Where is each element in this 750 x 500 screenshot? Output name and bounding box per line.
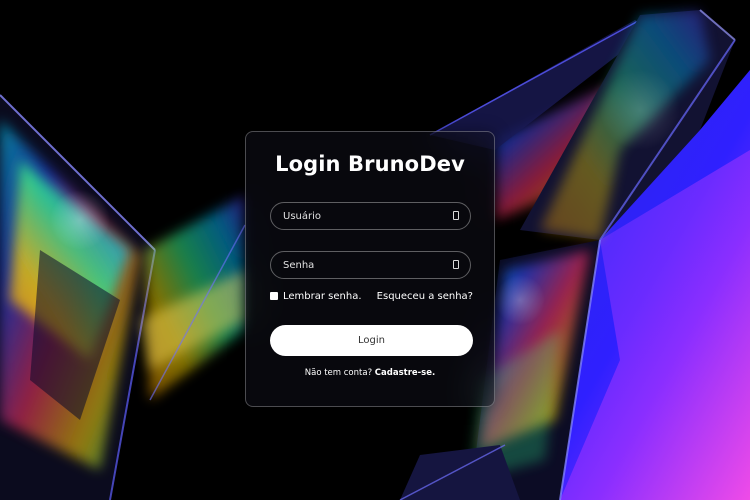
login-button[interactable]: Login bbox=[270, 325, 473, 356]
password-field-wrapper bbox=[270, 251, 471, 279]
login-title: Login BrunoDev bbox=[275, 152, 465, 176]
remember-row: Lembrar senha. Esqueceu a senha? bbox=[270, 291, 473, 305]
forgot-password-link[interactable]: Esqueceu a senha? bbox=[377, 291, 473, 302]
username-field-wrapper bbox=[270, 202, 471, 230]
remember-label: Lembrar senha. bbox=[283, 291, 362, 302]
signup-link[interactable]: Cadastre-se. bbox=[375, 368, 435, 378]
remember-checkbox[interactable] bbox=[270, 292, 278, 300]
user-icon bbox=[453, 211, 459, 220]
lock-icon bbox=[453, 260, 459, 269]
signup-row: Não tem conta? Cadastre-se. bbox=[246, 368, 494, 378]
username-input[interactable] bbox=[283, 203, 443, 229]
login-card: Login BrunoDev Lembrar senha. Esqueceu a… bbox=[245, 131, 495, 407]
signup-prompt: Não tem conta? bbox=[304, 368, 375, 378]
password-input[interactable] bbox=[283, 252, 443, 278]
